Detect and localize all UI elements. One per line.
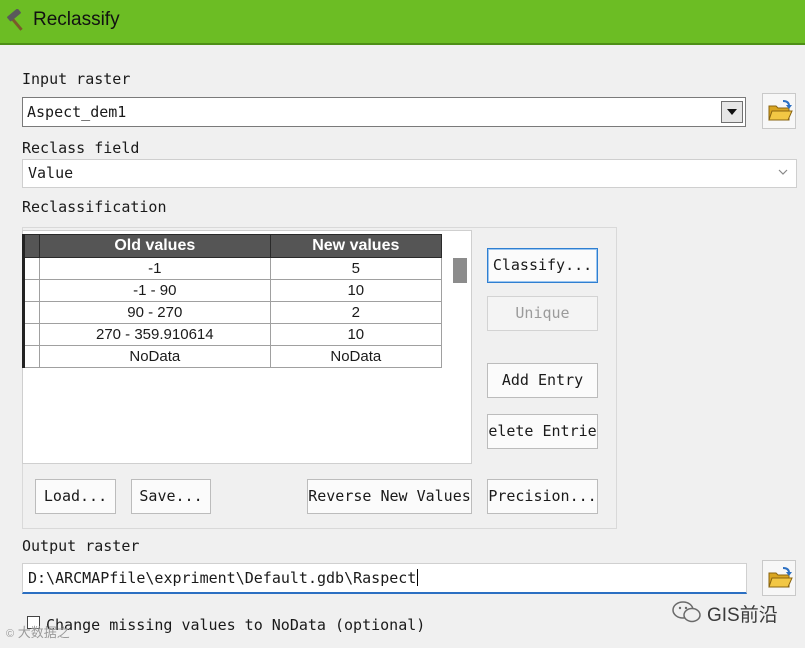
reverse-new-values-button[interactable]: Reverse New Values xyxy=(307,479,472,514)
old-value-cell[interactable]: 270 - 359.910614 xyxy=(39,323,271,346)
input-raster-label: Input raster xyxy=(22,70,131,88)
row-header[interactable] xyxy=(22,257,40,280)
hammer-icon xyxy=(4,8,28,33)
chevron-down-icon xyxy=(778,169,788,175)
row-header[interactable] xyxy=(22,279,40,302)
table-row[interactable]: 270 - 359.910614 10 xyxy=(22,323,443,346)
row-header[interactable] xyxy=(22,345,40,368)
watermark-logo-icon: © xyxy=(6,628,15,640)
output-raster-browse-button[interactable] xyxy=(762,560,796,596)
old-value-cell[interactable]: -1 - 90 xyxy=(39,279,271,302)
reclass-field-value: Value xyxy=(28,164,74,182)
save-button[interactable]: Save... xyxy=(131,479,211,514)
old-value-cell[interactable]: 90 - 270 xyxy=(39,301,271,324)
output-raster-input[interactable]: D:\ARCMAPfile\expriment\Default.gdb\Rasp… xyxy=(22,563,747,594)
table-row[interactable]: -1 5 xyxy=(22,257,443,280)
watermark-overlay-text: 大数据之 xyxy=(17,625,70,640)
reclassification-label: Reclassification xyxy=(22,198,167,216)
new-value-cell[interactable]: 5 xyxy=(269,257,443,280)
add-entry-button[interactable]: Add Entry xyxy=(487,363,598,398)
column-header-new-values[interactable]: New values xyxy=(269,234,443,258)
unique-button[interactable]: Unique xyxy=(487,296,598,331)
table-row[interactable]: NoData NoData xyxy=(22,345,443,368)
classify-button[interactable]: Classify... xyxy=(487,248,598,283)
row-header[interactable] xyxy=(22,301,40,324)
reclass-field-label: Reclass field xyxy=(22,139,140,157)
old-value-cell[interactable]: NoData xyxy=(39,345,271,368)
text-caret xyxy=(417,569,419,586)
column-header-old-values[interactable]: Old values xyxy=(39,234,271,258)
watermark-brand: GIS前沿 xyxy=(707,605,778,626)
output-raster-value: D:\ARCMAPfile\expriment\Default.gdb\Rasp… xyxy=(28,569,419,587)
watermark-overlay: © 大数据之 xyxy=(6,622,70,641)
delete-entries-button[interactable]: elete Entrie xyxy=(487,414,598,449)
input-raster-browse-button[interactable] xyxy=(762,93,796,129)
folder-open-icon xyxy=(768,567,793,588)
new-value-cell[interactable]: 10 xyxy=(269,323,443,346)
window-title: Reclassify xyxy=(33,9,120,30)
precision-button[interactable]: Precision... xyxy=(487,479,598,514)
missing-values-label: Change missing values to NoData (optiona… xyxy=(46,616,426,634)
row-header[interactable] xyxy=(22,323,40,346)
old-value-cell[interactable]: -1 xyxy=(39,257,271,280)
output-raster-label: Output raster xyxy=(22,537,140,555)
title-bar: Reclassify xyxy=(0,0,805,45)
chevron-down-icon[interactable] xyxy=(721,101,743,123)
reclass-field-select[interactable]: Value xyxy=(22,159,797,188)
new-value-cell[interactable]: NoData xyxy=(269,345,443,368)
table-row[interactable]: -1 - 90 10 xyxy=(22,279,443,302)
table-scrollbar-thumb[interactable] xyxy=(453,258,467,283)
new-value-cell[interactable]: 2 xyxy=(269,301,443,324)
folder-open-icon xyxy=(768,100,793,121)
reclassification-table: Old values New values -1 5 -1 - 90 10 90… xyxy=(22,234,443,368)
row-header-corner xyxy=(22,234,40,258)
table-row[interactable]: 90 - 270 2 xyxy=(22,301,443,324)
load-button[interactable]: Load... xyxy=(35,479,116,514)
wechat-logo-icon xyxy=(672,600,702,628)
input-raster-value: Aspect_dem1 xyxy=(27,103,127,121)
input-raster-combo[interactable]: Aspect_dem1 xyxy=(22,97,746,127)
new-value-cell[interactable]: 10 xyxy=(269,279,443,302)
